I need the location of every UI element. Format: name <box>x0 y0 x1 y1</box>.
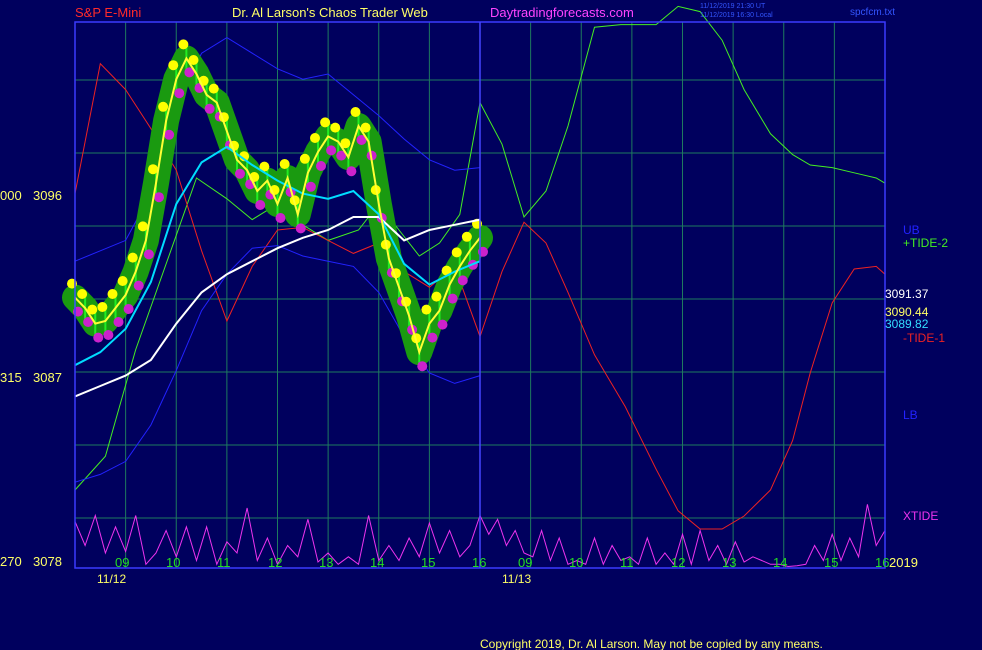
x-tick-label: 12 <box>671 555 685 570</box>
high-dot <box>279 159 290 169</box>
site-title: Dr. Al Larson's Chaos Trader Web <box>232 5 428 20</box>
legend-label: LB <box>903 408 918 422</box>
low-dot <box>123 304 134 314</box>
y-tick-label: 3096 <box>33 188 62 203</box>
chart: 000 3096 315 3087 270 3078 09 10 11 12 13 14 15 16 09 1… <box>0 0 982 650</box>
low-dot <box>174 88 185 99</box>
high-dot <box>461 231 472 242</box>
data-file: spcfcm.txt <box>850 7 895 18</box>
x-tick-label: 13 <box>722 555 736 570</box>
x-tick-label: 12 <box>268 555 282 570</box>
low-dot <box>255 200 266 210</box>
time-utc: 11/12/2019 21:30 UT <box>700 3 766 10</box>
high-dot <box>299 153 310 164</box>
x-tick-label: 15 <box>824 555 838 570</box>
site-url[interactable]: Daytradingforecasts.com <box>490 5 634 20</box>
low-dot <box>275 213 286 223</box>
high-dot <box>350 107 361 117</box>
legend-label: +TIDE-2 <box>903 236 948 250</box>
high-dot <box>451 247 462 258</box>
high-dot <box>158 101 169 112</box>
x-tick-label: 14 <box>370 555 384 570</box>
x-tick-label: 11 <box>620 555 634 570</box>
high-dot <box>178 39 189 50</box>
high-dot <box>208 83 219 94</box>
high-dot <box>320 117 331 128</box>
low-dot <box>305 181 316 192</box>
low-dot <box>204 103 215 114</box>
high-dot <box>421 304 432 315</box>
x-tick-label: 10 <box>166 555 180 570</box>
low-dot <box>133 280 144 291</box>
high-dot <box>310 133 320 143</box>
high-dot <box>431 291 442 302</box>
legend-label: XTIDE <box>903 509 938 523</box>
y-tick-label: 3087 <box>33 370 62 385</box>
y-tick-prefix: 270 <box>0 554 22 569</box>
y-tick-prefix: 000 <box>0 188 22 203</box>
low-dot <box>447 293 458 304</box>
price-readout: 3091.37 <box>885 287 929 301</box>
year-label: 2019 <box>889 555 918 570</box>
x-tick-label: 10 <box>569 555 583 570</box>
low-dot <box>417 361 428 372</box>
low-dot <box>93 332 104 343</box>
high-dot <box>168 60 179 71</box>
copyright-notice: Copyright 2019, Dr. Al Larson. May not b… <box>480 637 823 650</box>
low-dot <box>326 145 337 156</box>
high-dot <box>107 289 118 299</box>
low-dot <box>235 168 245 179</box>
date-label: 11/12 <box>97 572 126 586</box>
time-local: 11/12/2019 16:30 Local <box>700 12 773 19</box>
high-dot <box>330 122 341 133</box>
x-tick-label: 16 <box>472 555 486 570</box>
legend-label: -TIDE-1 <box>903 331 945 345</box>
date-label: 11/13 <box>502 572 531 586</box>
high-dot <box>148 164 158 175</box>
low-dot <box>316 161 326 171</box>
x-tick-label: 11 <box>217 555 231 570</box>
high-dot <box>137 221 148 232</box>
low-dot <box>295 223 306 234</box>
high-dot <box>117 276 128 286</box>
low-dot <box>164 129 175 140</box>
x-tick-label: 15 <box>421 555 435 570</box>
low-dot <box>427 332 438 343</box>
y-tick-label: 3078 <box>33 554 62 569</box>
low-dot <box>437 319 448 330</box>
low-dot <box>154 192 164 203</box>
high-dot <box>77 289 88 299</box>
price-readout: 3089.82 <box>885 317 929 331</box>
low-dot <box>143 249 154 260</box>
x-tick-label: 14 <box>773 555 787 570</box>
y-tick-prefix: 315 <box>0 370 22 385</box>
low-dot <box>457 275 468 286</box>
legend-label: UB <box>903 223 920 237</box>
x-tick-label: 09 <box>115 555 129 570</box>
low-dot <box>113 317 124 327</box>
x-tick-label: 09 <box>518 555 532 570</box>
low-dot <box>346 166 357 177</box>
x-tick-label: 16 <box>875 555 889 570</box>
high-dot <box>127 252 138 263</box>
x-tick-label: 13 <box>319 555 333 570</box>
symbol-title: S&P E-Mini <box>75 5 141 20</box>
high-dot <box>97 302 108 312</box>
low-dot <box>103 330 114 340</box>
